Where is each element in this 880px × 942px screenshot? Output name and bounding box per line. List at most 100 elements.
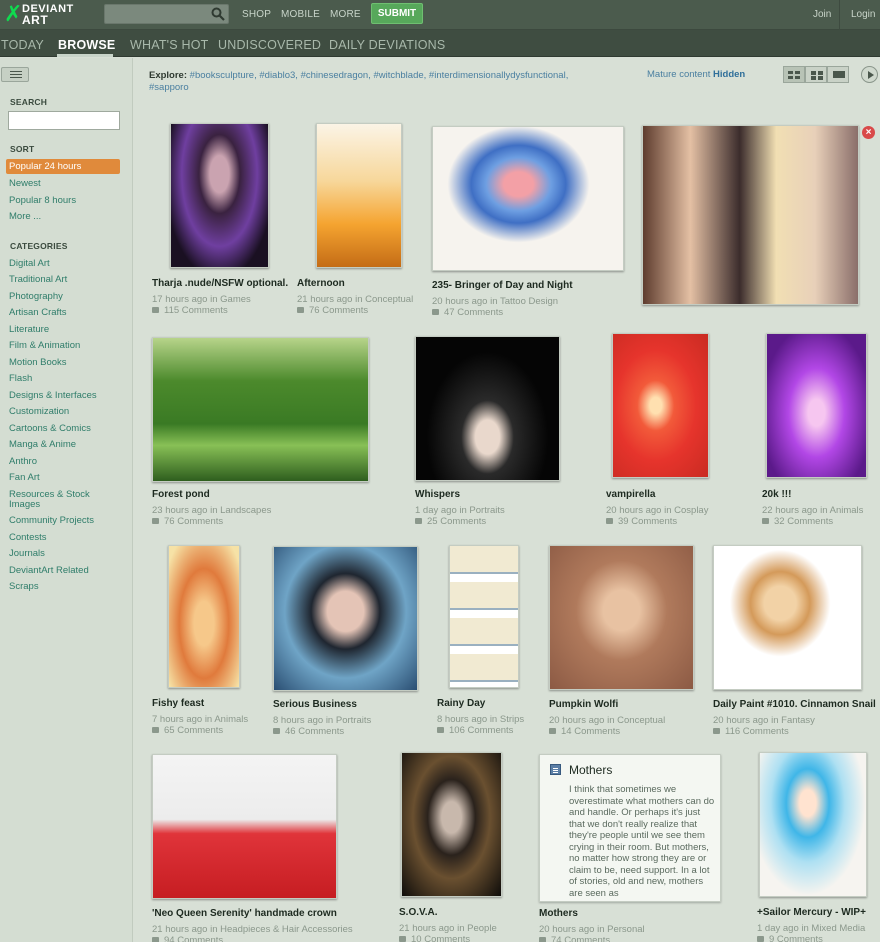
deviation-comments-link[interactable]: 115 Comments bbox=[152, 305, 228, 316]
view-small-grid-button[interactable] bbox=[783, 66, 805, 83]
tab-browse[interactable]: BROWSE bbox=[58, 38, 115, 52]
nav-shop[interactable]: SHOP bbox=[242, 9, 271, 20]
tag-link[interactable]: #diablo3, bbox=[259, 70, 298, 81]
tab-whats-hot[interactable]: WHAT'S HOT bbox=[130, 38, 208, 52]
tag-link[interactable]: #interdimensionallydysfunctional, bbox=[429, 70, 568, 81]
sidebar-category-item[interactable]: Fan Art bbox=[9, 472, 40, 483]
view-single-button[interactable] bbox=[827, 66, 849, 83]
thumbnail-tharja[interactable] bbox=[170, 123, 269, 268]
deviation-title[interactable]: Serious Business bbox=[273, 699, 357, 710]
thumbnail-bringer[interactable] bbox=[432, 126, 624, 271]
deviation-title[interactable]: 20k !!! bbox=[762, 489, 791, 500]
deviation-category-link[interactable]: Landscapes bbox=[220, 505, 271, 516]
sidebar-category-item[interactable]: Literature bbox=[9, 324, 49, 335]
sidebar-category-item[interactable]: DeviantArt Related bbox=[9, 565, 89, 576]
deviation-comments-link[interactable]: 94 Comments bbox=[152, 935, 223, 942]
sidebar-search-input[interactable] bbox=[8, 111, 120, 130]
deviation-title[interactable]: Whispers bbox=[415, 489, 460, 500]
deviation-category-link[interactable]: Animals bbox=[830, 505, 864, 516]
sidebar-category-item[interactable]: Manga & Anime bbox=[9, 439, 76, 450]
thumbnail-crown[interactable] bbox=[152, 754, 337, 899]
tag-link[interactable]: #sapporo bbox=[149, 82, 189, 93]
sidebar-category-item[interactable]: Motion Books bbox=[9, 357, 67, 368]
deviantart-logo[interactable]: ✗ DEVIANT ART bbox=[4, 3, 90, 27]
nav-mobile[interactable]: MOBILE bbox=[281, 9, 320, 20]
thumbnail-serious-business[interactable] bbox=[273, 546, 418, 691]
deviation-title[interactable]: Tharja .nude/NSFW optional. bbox=[152, 278, 288, 289]
tag-link[interactable]: #witchblade, bbox=[373, 70, 426, 81]
deviation-title[interactable]: Forest pond bbox=[152, 489, 210, 500]
sidebar-category-item[interactable]: Images bbox=[9, 499, 40, 510]
sidebar-category-item[interactable]: Digital Art bbox=[9, 258, 50, 269]
deviation-category-link[interactable]: Mixed Media bbox=[811, 923, 865, 934]
thumbnail-couple[interactable] bbox=[642, 125, 859, 305]
deviation-comments-link[interactable]: 74 Comments bbox=[539, 935, 610, 942]
deviation-title[interactable]: vampirella bbox=[606, 489, 655, 500]
sidebar-category-item[interactable]: Film & Animation bbox=[9, 340, 80, 351]
deviation-category-link[interactable]: Fantasy bbox=[781, 715, 815, 726]
tab-daily-deviations[interactable]: DAILY DEVIATIONS bbox=[329, 38, 445, 52]
deviation-title[interactable]: Fishy feast bbox=[152, 698, 204, 709]
deviation-comments-link[interactable]: 65 Comments bbox=[152, 725, 223, 736]
tag-link[interactable]: #booksculpture, bbox=[190, 70, 257, 81]
thumbnail-cinnamon-snail[interactable] bbox=[713, 545, 862, 690]
sidebar-category-item[interactable]: Journals bbox=[9, 548, 45, 559]
slideshow-play-button[interactable] bbox=[861, 66, 878, 83]
sidebar-category-item[interactable]: Traditional Art bbox=[9, 274, 67, 285]
deviation-category-link[interactable]: Games bbox=[220, 294, 251, 305]
search-input[interactable] bbox=[104, 4, 229, 24]
tab-today[interactable]: TODAY bbox=[1, 38, 44, 52]
search-icon[interactable] bbox=[211, 7, 225, 21]
sidebar-category-item[interactable]: Artisan Crafts bbox=[9, 307, 67, 318]
deviation-comments-link[interactable]: 76 Comments bbox=[297, 305, 368, 316]
sidebar-category-item[interactable]: Scraps bbox=[9, 581, 39, 592]
deviation-category-link[interactable]: Strips bbox=[500, 714, 524, 725]
deviation-category-link[interactable]: Conceptual bbox=[365, 294, 413, 305]
deviation-comments-link[interactable]: 25 Comments bbox=[415, 516, 486, 527]
deviation-title[interactable]: 235- Bringer of Day and Night bbox=[432, 280, 573, 291]
deviation-comments-link[interactable]: 46 Comments bbox=[273, 726, 344, 737]
tag-link[interactable]: #chinesedragon, bbox=[301, 70, 371, 81]
deviation-comments-link[interactable]: 47 Comments bbox=[432, 307, 503, 318]
thumbnail-sova[interactable] bbox=[401, 752, 502, 897]
sidebar-category-item[interactable]: Community Projects bbox=[9, 515, 94, 526]
deviation-category-link[interactable]: Portraits bbox=[469, 505, 504, 516]
deviation-title[interactable]: Mothers bbox=[539, 908, 578, 919]
sidebar-category-item[interactable]: Contests bbox=[9, 532, 47, 543]
deviation-category-link[interactable]: Cosplay bbox=[674, 505, 708, 516]
deviation-title[interactable]: Rainy Day bbox=[437, 698, 485, 709]
login-link[interactable]: Login bbox=[851, 9, 875, 20]
deviation-title[interactable]: +Sailor Mercury - WIP+ bbox=[757, 907, 866, 918]
sort-newest[interactable]: Newest bbox=[9, 178, 41, 189]
deviation-category-link[interactable]: Portraits bbox=[336, 715, 371, 726]
deviation-comments-link[interactable]: 106 Comments bbox=[437, 725, 513, 736]
deviation-title[interactable]: Daily Paint #1010. Cinnamon Snail bbox=[713, 699, 876, 710]
thumbnail-20k[interactable] bbox=[766, 333, 867, 478]
thumbnail-afternoon[interactable] bbox=[316, 123, 402, 268]
thumbnail-pumpkin-wolfi[interactable] bbox=[549, 545, 694, 690]
deviation-category-link[interactable]: Conceptual bbox=[617, 715, 665, 726]
deviation-comments-link[interactable]: 76 Comments bbox=[152, 516, 223, 527]
deviation-title[interactable]: S.O.V.A. bbox=[399, 907, 438, 918]
deviation-category-link[interactable]: Animals bbox=[214, 714, 248, 725]
submit-button[interactable]: SUBMIT bbox=[371, 3, 423, 24]
deviation-title[interactable]: Pumpkin Wolfi bbox=[549, 699, 618, 710]
nav-more[interactable]: MORE bbox=[330, 9, 361, 20]
sidebar-category-item[interactable]: Anthro bbox=[9, 456, 37, 467]
thumbnail-whispers[interactable] bbox=[415, 336, 560, 481]
sidebar-toggle-button[interactable] bbox=[1, 67, 29, 82]
deviation-category-link[interactable]: Headpieces & Hair Accessories bbox=[220, 924, 353, 935]
deviation-comments-link[interactable]: 116 Comments bbox=[713, 726, 789, 737]
deviation-comments-link[interactable]: 9 Comments bbox=[757, 934, 823, 942]
sort-popular-24h[interactable]: Popular 24 hours bbox=[6, 159, 120, 174]
thumbnail-fishy-feast[interactable] bbox=[168, 545, 240, 688]
sidebar-category-item[interactable]: Flash bbox=[9, 373, 32, 384]
thumbnail-sailor-mercury[interactable] bbox=[759, 752, 867, 897]
sort-more[interactable]: More ... bbox=[9, 211, 41, 222]
thumbnail-vampirella[interactable] bbox=[612, 333, 709, 478]
thumbnail-rainy-day[interactable] bbox=[449, 545, 519, 688]
sidebar-category-item[interactable]: Customization bbox=[9, 406, 69, 417]
deviation-comments-link[interactable]: 39 Comments bbox=[606, 516, 677, 527]
deviation-comments-link[interactable]: 10 Comments bbox=[399, 934, 470, 942]
close-icon[interactable]: × bbox=[862, 126, 875, 139]
